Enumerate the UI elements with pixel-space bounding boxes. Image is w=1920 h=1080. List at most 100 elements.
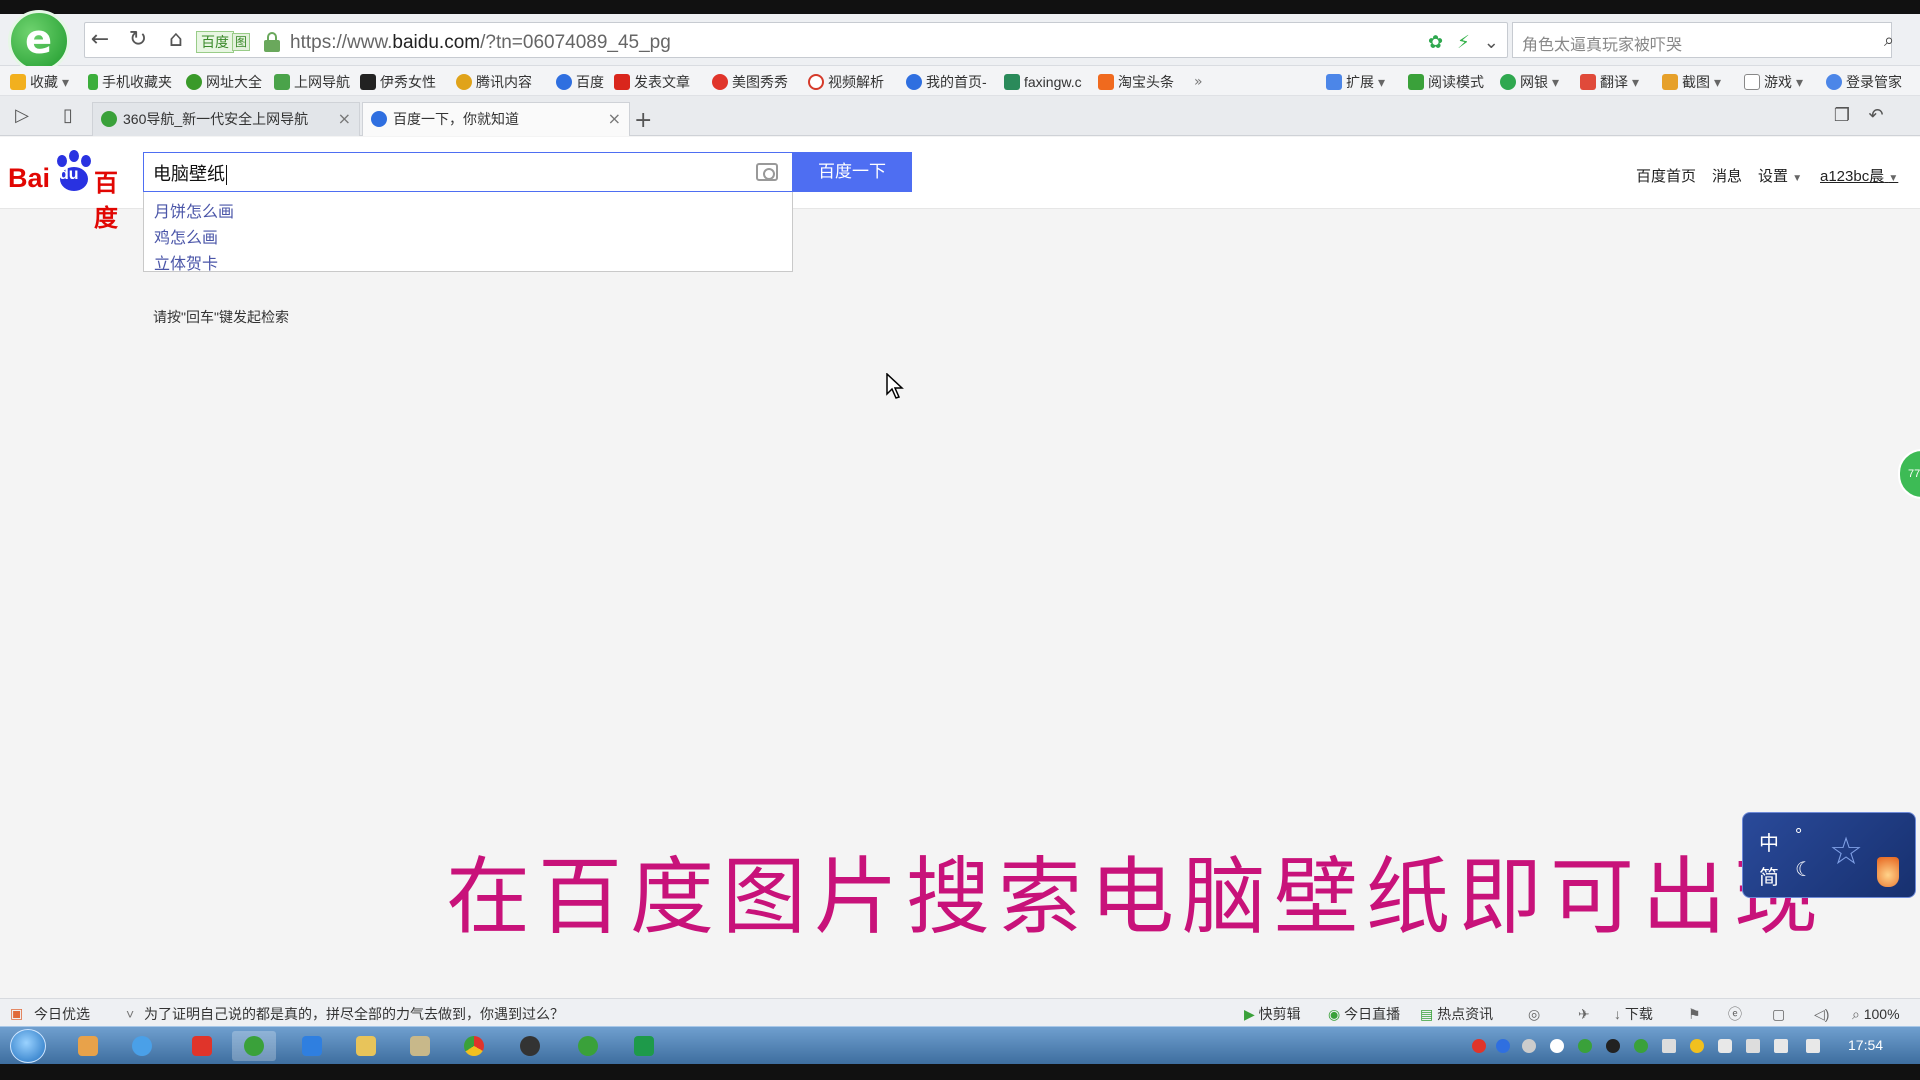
fav-item-taobao[interactable]: 淘宝头条 — [1098, 72, 1174, 92]
toolbar-translate[interactable]: 翻译 ▾ — [1580, 72, 1639, 92]
fav-label: 淘宝头条 — [1118, 74, 1174, 90]
taskbar-app-paint[interactable] — [66, 1031, 110, 1061]
tab-360[interactable]: 360导航_新一代安全上网导航 × — [92, 102, 360, 136]
start-button-icon[interactable] — [10, 1029, 46, 1063]
status-headline[interactable]: 为了证明自己说的都是真的，拼尽全部的力气去做到，你遇到过么？ — [144, 1005, 564, 1023]
fav-item-post[interactable]: 发表文章 — [614, 72, 690, 92]
taskbar-app-ie[interactable] — [120, 1031, 164, 1061]
link-baidu-home[interactable]: 百度首页 — [1636, 165, 1696, 186]
ime-punct-toggle[interactable]: ° — [1795, 825, 1802, 846]
toolbar-read-mode[interactable]: 阅读模式 — [1408, 72, 1484, 92]
lightning-icon[interactable]: ⚡ — [1457, 32, 1470, 54]
fav-item-faxingw[interactable]: faxingw.c — [1004, 72, 1082, 92]
fav-item-nav[interactable]: 上网导航 — [274, 72, 350, 92]
speed-icon[interactable]: ◎ — [1528, 1005, 1540, 1023]
chevron-down-icon[interactable]: ˅ — [126, 1005, 134, 1023]
close-icon[interactable]: × — [608, 103, 621, 135]
fav-item-video[interactable]: 视频解析 — [808, 72, 884, 92]
zoom-level[interactable]: ⌕ 100% — [1852, 1005, 1900, 1023]
home-icon[interactable]: ⌂ — [162, 26, 190, 54]
360-tray-icon[interactable] — [1634, 1039, 1648, 1053]
ime-panel[interactable]: 中 简 ° ☾ ☆ — [1742, 812, 1916, 898]
fav-item-meitu[interactable]: 美图秀秀 — [712, 72, 788, 92]
link-settings[interactable]: 设置 ▼ — [1758, 165, 1802, 186]
close-icon[interactable]: × — [338, 103, 351, 135]
today-pick[interactable]: 今日优选 — [34, 1005, 90, 1023]
taskbar-app-sheets[interactable] — [622, 1031, 666, 1061]
record-icon[interactable] — [1550, 1039, 1564, 1053]
fav-item-yixiu[interactable]: 伊秀女性 — [360, 72, 436, 92]
browser-logo-icon[interactable]: e — [8, 10, 70, 72]
taskbar-app-explorer[interactable] — [344, 1031, 388, 1061]
sogou-icon[interactable] — [1472, 1039, 1486, 1053]
camera-icon[interactable] — [756, 163, 778, 181]
taskbar-app-files[interactable] — [398, 1031, 442, 1061]
ime-simplified-toggle[interactable]: 简 — [1759, 861, 1779, 890]
flag-icon[interactable]: ⚑ — [1688, 1005, 1701, 1023]
wechat-tray-icon[interactable] — [1578, 1039, 1592, 1053]
more-favorites-icon[interactable]: » — [1194, 72, 1203, 92]
sync-icon[interactable]: ✿ — [1428, 32, 1443, 54]
signal-icon[interactable] — [1806, 1039, 1820, 1053]
taskbar-app-wechat[interactable] — [566, 1031, 610, 1061]
link-user[interactable]: a123bc晨 ▼ — [1820, 165, 1898, 186]
fav-item-myhome[interactable]: 我的首页- — [906, 72, 987, 92]
window-icon[interactable]: ▢ — [1772, 1005, 1785, 1023]
toolbar-extend[interactable]: 扩展 ▾ — [1326, 72, 1385, 92]
network-tray-icon[interactable] — [1662, 1039, 1676, 1053]
undo-icon[interactable]: ↶ — [1862, 102, 1890, 130]
taskbar-app-360[interactable] — [232, 1031, 276, 1061]
search-query[interactable]: 电脑壁纸 — [153, 160, 227, 186]
browser-search-text[interactable]: 角色太逼真玩家被吓哭 — [1522, 31, 1682, 55]
ime-chinese-toggle[interactable]: 中 — [1759, 827, 1779, 856]
pin-icon[interactable]: ✈ — [1578, 1005, 1590, 1023]
suggestion-item[interactable]: 立体贺卡 — [154, 250, 218, 274]
baidu-logo[interactable]: Bai du 百度 — [8, 149, 132, 232]
sidebar-toggle-icon[interactable]: ▷ — [8, 102, 36, 130]
restore-window-icon[interactable]: ❐ — [1828, 102, 1856, 130]
qq-tray-icon[interactable] — [1606, 1039, 1620, 1053]
taskbar-app-red[interactable] — [180, 1031, 224, 1061]
fav-item-mobile[interactable]: 手机收藏夹 — [88, 72, 172, 92]
search-icon[interactable]: ⌕ — [1884, 30, 1894, 51]
taskbar-app-chrome[interactable] — [452, 1031, 496, 1061]
volume-icon[interactable] — [1774, 1039, 1788, 1053]
toolbar-bank[interactable]: 网银 ▾ — [1500, 72, 1559, 92]
suggestion-item[interactable]: 鸡怎么画 — [154, 224, 218, 248]
quick-clip[interactable]: ▶ 快剪辑 — [1244, 1005, 1301, 1023]
suggestion-item[interactable]: 月饼怎么画 — [154, 198, 234, 222]
plus-tray-icon[interactable] — [1690, 1039, 1704, 1053]
taskbar-clock[interactable]: 17:54 — [1848, 1037, 1883, 1053]
shield-icon[interactable] — [1718, 1039, 1732, 1053]
moon-icon[interactable]: ☾ — [1795, 857, 1813, 881]
back-icon[interactable]: ← — [86, 26, 114, 54]
fav-item-urls[interactable]: 网址大全 — [186, 72, 262, 92]
hot-news[interactable]: ▤ 热点资讯 — [1420, 1005, 1493, 1023]
phone-tray-icon[interactable] — [1746, 1039, 1760, 1053]
refresh-icon[interactable]: ↻ — [124, 26, 152, 54]
toolbar-games[interactable]: 游戏 ▾ — [1744, 72, 1803, 92]
taskbar-app-qq[interactable] — [508, 1031, 552, 1061]
toolbar-screenshot[interactable]: 截图 ▾ — [1662, 72, 1721, 92]
url-text[interactable]: https://www.baidu.com/?tn=06074089_45_pg — [290, 31, 671, 55]
tab-baidu[interactable]: 百度一下，你就知道 × — [362, 102, 630, 136]
live-today[interactable]: ◉ 今日直播 — [1328, 1005, 1400, 1023]
search-input[interactable] — [143, 152, 793, 192]
help-icon[interactable] — [1496, 1039, 1510, 1053]
chevron-down-icon[interactable]: ⌄ — [1484, 32, 1499, 54]
fav-item-collect[interactable]: 收藏 ▾ — [10, 72, 69, 92]
toolbar-label: 登录管家 — [1846, 74, 1902, 90]
search-button[interactable]: 百度一下 — [792, 152, 912, 192]
mobile-icon[interactable]: ▯ — [54, 102, 82, 130]
fav-item-tencent[interactable]: 腾讯内容 — [456, 72, 532, 92]
download[interactable]: ↓ 下载 — [1614, 1005, 1653, 1023]
taskbar-app-player[interactable] — [290, 1031, 334, 1061]
fav-item-baidu[interactable]: 百度 — [556, 72, 604, 92]
link-messages[interactable]: 消息 — [1712, 165, 1742, 186]
ie-icon[interactable]: ⓔ — [1728, 1005, 1742, 1023]
toolbar-login[interactable]: 登录管家 — [1826, 72, 1902, 92]
sound-icon[interactable]: ◁) — [1814, 1005, 1829, 1023]
speed-ball[interactable]: 77 — [1898, 449, 1920, 499]
new-tab-button[interactable]: + — [634, 108, 652, 133]
usb-icon[interactable] — [1522, 1039, 1536, 1053]
